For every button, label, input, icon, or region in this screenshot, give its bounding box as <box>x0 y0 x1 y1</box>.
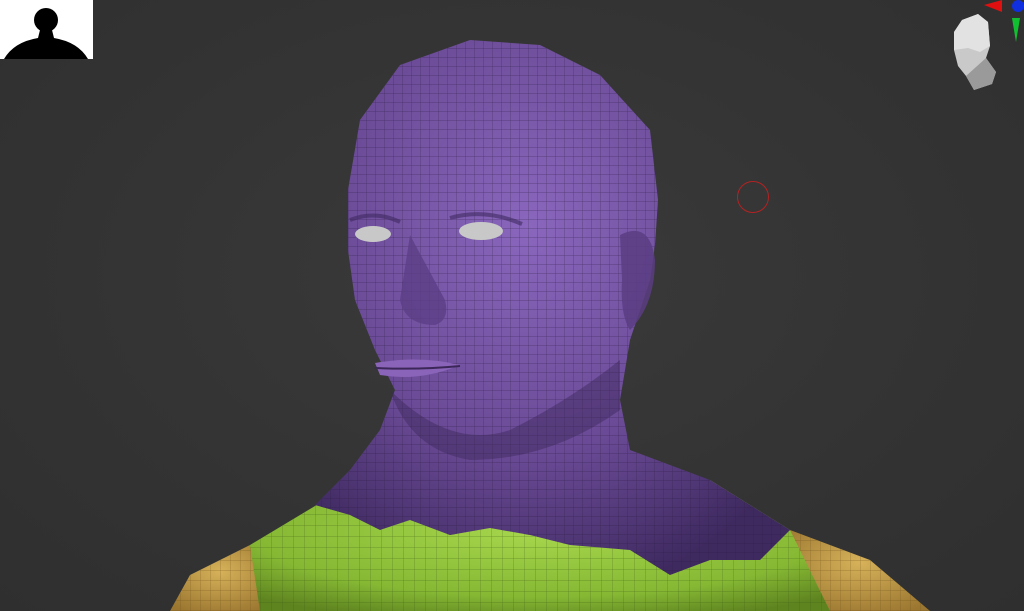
head-orientation-icon[interactable] <box>940 0 1024 95</box>
eye-right <box>355 226 391 242</box>
axis-y-icon <box>1012 18 1020 42</box>
silhouette-thumbnail-icon[interactable] <box>0 0 93 59</box>
head-polygroup <box>315 40 790 575</box>
brush-cursor-icon <box>737 181 769 213</box>
sculpt-model[interactable] <box>150 30 980 611</box>
eye-left <box>459 222 503 240</box>
3d-viewport[interactable] <box>0 0 1024 611</box>
axis-z-icon <box>1012 0 1024 12</box>
axis-x-icon <box>984 0 1002 12</box>
